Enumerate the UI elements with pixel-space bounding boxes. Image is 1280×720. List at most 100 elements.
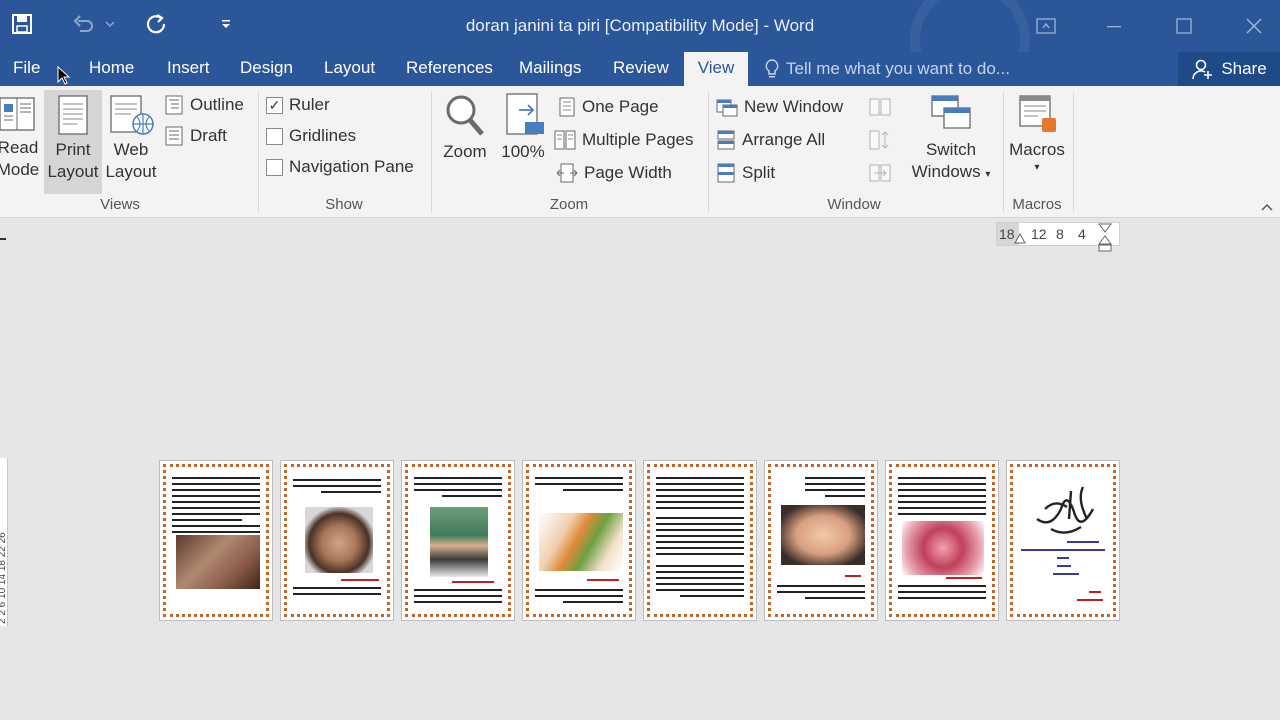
maximize-icon[interactable]: [1170, 12, 1198, 40]
page-thumbnail[interactable]: [159, 460, 273, 621]
switch-windows-label-2: Windows ▾: [911, 162, 991, 181]
girl-photo: [539, 513, 623, 571]
ruler-tick: 8: [1056, 226, 1064, 242]
draft-icon: [165, 126, 183, 146]
draft-button[interactable]: Draft: [164, 123, 227, 149]
view-side-by-side-icon[interactable]: [868, 94, 892, 120]
synchronous-scrolling-icon[interactable]: [868, 127, 892, 153]
split-label: Split: [742, 163, 776, 182]
tab-layout[interactable]: Layout: [318, 52, 381, 86]
one-page-button[interactable]: One Page: [558, 94, 659, 120]
word-window: { "window": { "title": "doran janini ta …: [0, 0, 1280, 720]
navigation-pane-label: Navigation Pane: [289, 157, 414, 176]
ribbon-tabs: File Home Insert Design Layout Reference…: [0, 52, 1280, 86]
read-mode-button[interactable]: Read Mode: [0, 90, 42, 182]
split-button[interactable]: Split: [716, 160, 775, 186]
title-bar: doran janini ta piri [Compatibility Mode…: [0, 0, 1280, 52]
new-window-icon: [716, 99, 738, 117]
macros-button[interactable]: Macros ▾: [1006, 90, 1068, 180]
ruler-tick: 4: [1078, 226, 1086, 242]
tell-me-placeholder: Tell me what you want to do...: [786, 59, 1010, 78]
print-layout-icon: [58, 95, 88, 135]
separator: [708, 92, 709, 212]
tab-home[interactable]: Home: [83, 52, 140, 86]
reset-window-position-icon[interactable]: [868, 160, 892, 186]
page-thumbnail[interactable]: [522, 460, 636, 621]
tab-design[interactable]: Design: [234, 52, 299, 86]
page-thumbnail[interactable]: [643, 460, 757, 621]
indent-marker-icon[interactable]: [1097, 223, 1113, 253]
separator: [1003, 92, 1004, 212]
tell-me-box[interactable]: Tell me what you want to do...: [764, 52, 1010, 86]
page-thumbnail[interactable]: [401, 460, 515, 621]
one-page-icon: [559, 97, 575, 117]
multiple-pages-icon: [554, 130, 576, 150]
zoom-100-icon: [506, 93, 544, 135]
outline-label: Outline: [190, 95, 244, 114]
print-layout-label-1: Print: [55, 140, 91, 159]
outline-button[interactable]: Outline: [164, 92, 244, 118]
switch-windows-button[interactable]: Switch Windows ▾: [904, 90, 998, 187]
print-layout-button[interactable]: Print Layout: [44, 90, 102, 194]
ribbon-view: Read Mode Print Layout Web Layout Outlin…: [0, 86, 1280, 218]
new-window-label: New Window: [744, 97, 844, 116]
ruler-tick: 18: [999, 226, 1015, 242]
outline-icon: [165, 95, 183, 115]
arrange-all-button[interactable]: Arrange All: [716, 127, 825, 153]
separator: [1073, 92, 1074, 212]
web-layout-icon: [110, 95, 154, 135]
tab-insert[interactable]: Insert: [161, 52, 216, 86]
zoom-button[interactable]: Zoom: [438, 90, 492, 164]
tab-references[interactable]: References: [400, 52, 499, 86]
ruler-checkbox[interactable]: ✓ Ruler: [266, 92, 330, 118]
zoom-100-label: 100%: [501, 142, 545, 161]
switch-windows-icon: [931, 95, 971, 129]
ruler-label: Ruler: [289, 95, 330, 114]
window-group-label: Window: [827, 196, 881, 213]
page-width-button[interactable]: Page Width: [556, 160, 672, 186]
page-width-icon: [556, 163, 578, 183]
zoom-100-button[interactable]: 100%: [498, 90, 548, 164]
checkbox-empty-icon: [266, 158, 283, 176]
split-icon: [717, 163, 735, 183]
page-thumbnail[interactable]: [280, 460, 394, 621]
minimize-icon[interactable]: [1100, 12, 1128, 40]
page-thumbnail[interactable]: [764, 460, 878, 621]
read-mode-label-2: Mode: [0, 160, 40, 179]
horizontal-ruler[interactable]: 18 12 8 4: [996, 222, 1120, 252]
vertical-ruler[interactable]: 2 2 6 10 14 18 22 26: [0, 458, 8, 626]
collapse-ribbon-icon[interactable]: [1260, 194, 1274, 220]
page-thumbnail[interactable]: [885, 460, 999, 621]
tab-view[interactable]: View: [684, 52, 748, 86]
read-mode-icon: [0, 97, 35, 131]
ruler-tick: 12: [1031, 226, 1047, 242]
macros-group-label: Macros: [1012, 196, 1062, 213]
web-layout-button[interactable]: Web Layout: [104, 90, 158, 184]
share-button[interactable]: Share: [1178, 52, 1280, 86]
gridlines-checkbox[interactable]: Gridlines: [266, 123, 356, 149]
close-icon[interactable]: [1240, 12, 1268, 40]
ribbon-display-options-icon[interactable]: [1032, 12, 1060, 40]
document-title: doran janini ta piri [Compatibility Mode…: [465, 16, 815, 35]
share-label: Share: [1221, 59, 1267, 78]
separator: [258, 92, 259, 212]
one-page-label: One Page: [582, 97, 659, 116]
page-thumbnail[interactable]: [1006, 460, 1120, 621]
tab-review[interactable]: Review: [607, 52, 675, 86]
calligraphy-cover: [1036, 486, 1095, 534]
checkmark-icon: ✓: [266, 96, 283, 114]
multiple-pages-button[interactable]: Multiple Pages: [554, 127, 694, 153]
mouse-cursor-icon: [57, 66, 71, 85]
tab-marker-icon[interactable]: [1014, 233, 1026, 245]
page-width-label: Page Width: [584, 163, 672, 182]
tab-file[interactable]: File: [7, 52, 46, 86]
magnifier-icon: [446, 95, 484, 136]
separator: [431, 92, 432, 212]
zoom-group-label: Zoom: [549, 196, 589, 213]
print-layout-label-2: Layout: [47, 162, 99, 181]
web-layout-label-1: Web: [113, 140, 149, 159]
navigation-pane-checkbox[interactable]: Navigation Pane: [266, 154, 414, 180]
boy-photo: [430, 507, 488, 577]
new-window-button[interactable]: New Window: [716, 94, 843, 120]
tab-mailings[interactable]: Mailings: [513, 52, 587, 86]
